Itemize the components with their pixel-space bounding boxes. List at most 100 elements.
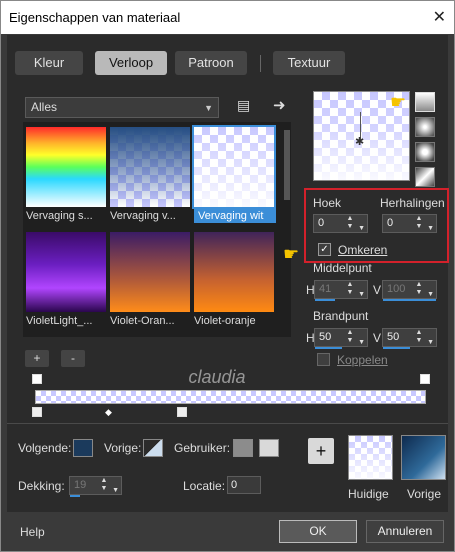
midpoint-icon[interactable]: ◆	[105, 407, 112, 418]
chevron-down-icon[interactable]: ▼	[358, 286, 365, 303]
hoek-label: Hoek	[313, 196, 342, 210]
gebruiker-swatch-1[interactable]	[233, 439, 253, 457]
gradient-preview	[110, 127, 190, 207]
middelpunt-h-value: 41	[319, 283, 332, 295]
brandpunt-h-spinner[interactable]: 50 ▲ ▼ ▼	[314, 328, 368, 349]
herhalingen-value: 0	[387, 217, 394, 229]
brandpunt-v-value: 50	[387, 331, 400, 343]
brandpunt-label: Brandpunt	[313, 309, 369, 323]
style-sunburst-button[interactable]	[415, 167, 435, 187]
spinner-arrows-icon[interactable]: ▲ ▼	[414, 281, 424, 298]
style-radial-button[interactable]	[415, 142, 435, 162]
locatie-input[interactable]: 0	[227, 476, 261, 494]
center-marker-icon[interactable]: ✱	[355, 135, 364, 148]
divider	[7, 423, 448, 424]
value-bar	[315, 347, 342, 349]
color-stop-icon[interactable]	[32, 407, 42, 417]
gradient-label: Violet-Oran...	[110, 315, 175, 327]
material-properties-dialog: Eigenschappen van materiaal ✕ Kleur Verl…	[0, 0, 455, 552]
gradient-preview	[194, 232, 274, 312]
help-link[interactable]: Help	[20, 525, 45, 539]
close-icon[interactable]: ✕	[433, 7, 446, 27]
gradient-thumb-selected[interactable]: Vervaging wit	[192, 125, 276, 223]
list-view-icon[interactable]: ▤	[237, 97, 250, 114]
style-linear-button[interactable]	[415, 92, 435, 112]
spinner-arrows-icon[interactable]: ▲ ▼	[414, 329, 424, 346]
value-bar	[383, 347, 410, 349]
omkeren-label: Omkeren	[338, 243, 388, 257]
gradient-preview	[26, 232, 106, 312]
hoek-value: 0	[318, 217, 325, 229]
middelpunt-h-spinner[interactable]: 41 ▲ ▼ ▼	[314, 280, 368, 301]
gradient-preview	[110, 232, 190, 312]
title-bar: Eigenschappen van materiaal ✕	[1, 1, 454, 34]
vorige-swatch-label: Vorige	[407, 487, 442, 501]
arrow-right-icon[interactable]: ➜	[273, 96, 286, 114]
koppelen-checkbox[interactable]	[317, 353, 330, 366]
middelpunt-v-value: 100	[387, 283, 406, 295]
remove-stop-button[interactable]: -	[61, 350, 85, 367]
tab-patroon[interactable]: Patroon	[175, 51, 247, 75]
gradient-thumb[interactable]: Vervaging v...	[110, 127, 190, 223]
library-filter-select[interactable]: Alles ▼	[25, 97, 219, 118]
watermark-text: claudia	[188, 367, 246, 387]
gradient-label: VioletLight_...	[26, 315, 93, 327]
spinner-arrows-icon[interactable]: ▲ ▼	[99, 477, 109, 494]
gradient-thumb[interactable]: Violet-Oran...	[110, 232, 190, 328]
tab-verloop[interactable]: Verloop	[95, 51, 167, 75]
omkeren-checkbox[interactable]: ✓	[318, 243, 331, 256]
window-title: Eigenschappen van materiaal	[9, 10, 181, 25]
hoek-spinner[interactable]: 0 ▲ ▼ ▼	[313, 214, 368, 233]
spinner-arrows-icon[interactable]: ▲ ▼	[345, 329, 355, 346]
chevron-down-icon[interactable]: ▼	[112, 482, 119, 499]
chevron-down-icon: ▼	[204, 103, 213, 113]
transparency-stop-icon[interactable]	[420, 374, 430, 384]
cancel-button[interactable]: Annuleren	[366, 520, 444, 543]
tab-separator	[260, 55, 261, 72]
gradient-preview	[192, 125, 276, 209]
brandpunt-v-spinner[interactable]: 50 ▲ ▼ ▼	[382, 328, 437, 349]
spinner-arrows-icon[interactable]: ▲ ▼	[345, 215, 355, 232]
value-bar	[70, 495, 80, 497]
gradient-preview	[26, 127, 106, 207]
spinner-arrows-icon[interactable]: ▲ ▼	[345, 281, 355, 298]
library-scrollbar[interactable]	[283, 122, 291, 337]
tab-kleur[interactable]: Kleur	[15, 51, 83, 75]
volgende-swatch[interactable]	[73, 439, 93, 457]
style-rectangular-button[interactable]	[415, 117, 435, 137]
pointing-hand-icon: ☛	[390, 92, 407, 112]
huidige-swatch[interactable]	[348, 435, 393, 480]
color-stop-icon[interactable]	[177, 407, 187, 417]
koppelen-label: Koppelen	[337, 353, 388, 367]
dekking-spinner[interactable]: 19 ▲ ▼ ▼	[69, 476, 122, 497]
vorige-big-swatch[interactable]	[401, 435, 446, 480]
gebruiker-swatch-2[interactable]	[259, 439, 279, 457]
gradient-thumb[interactable]: Violet-oranje	[194, 232, 274, 328]
spinner-arrows-icon[interactable]: ▲ ▼	[414, 215, 424, 232]
chevron-down-icon[interactable]: ▼	[358, 220, 365, 237]
gradient-thumb[interactable]: Vervaging s...	[26, 127, 106, 223]
ok-button[interactable]: OK	[279, 520, 357, 543]
chevron-down-icon[interactable]: ▼	[427, 334, 434, 351]
value-bar	[315, 299, 335, 301]
gradient-bar[interactable]	[35, 390, 426, 404]
value-bar	[383, 299, 436, 301]
tab-textuur[interactable]: Textuur	[273, 51, 345, 75]
gradient-label: Vervaging wit	[194, 209, 276, 223]
transparency-stop-icon[interactable]	[32, 374, 42, 384]
herhalingen-spinner[interactable]: 0 ▲ ▼ ▼	[382, 214, 437, 233]
herhalingen-label: Herhalingen	[380, 196, 445, 210]
chevron-down-icon[interactable]: ▼	[427, 220, 434, 237]
vorige-label: Vorige:	[104, 441, 142, 455]
volgende-label: Volgende:	[18, 441, 72, 455]
vorige-swatch[interactable]	[143, 439, 163, 457]
scrollbar-thumb[interactable]	[284, 130, 290, 200]
locatie-label: Locatie:	[183, 479, 226, 493]
add-swatch-button[interactable]: +	[308, 438, 334, 464]
middelpunt-v-spinner[interactable]: 100 ▲ ▼ ▼	[382, 280, 437, 301]
chevron-down-icon[interactable]: ▼	[358, 334, 365, 351]
v2-label: V	[373, 331, 382, 345]
add-stop-button[interactable]: +	[25, 350, 49, 367]
gradient-thumb[interactable]: VioletLight_...	[26, 232, 106, 328]
gradient-library: Vervaging s... Vervaging v... Vervaging …	[23, 122, 283, 337]
